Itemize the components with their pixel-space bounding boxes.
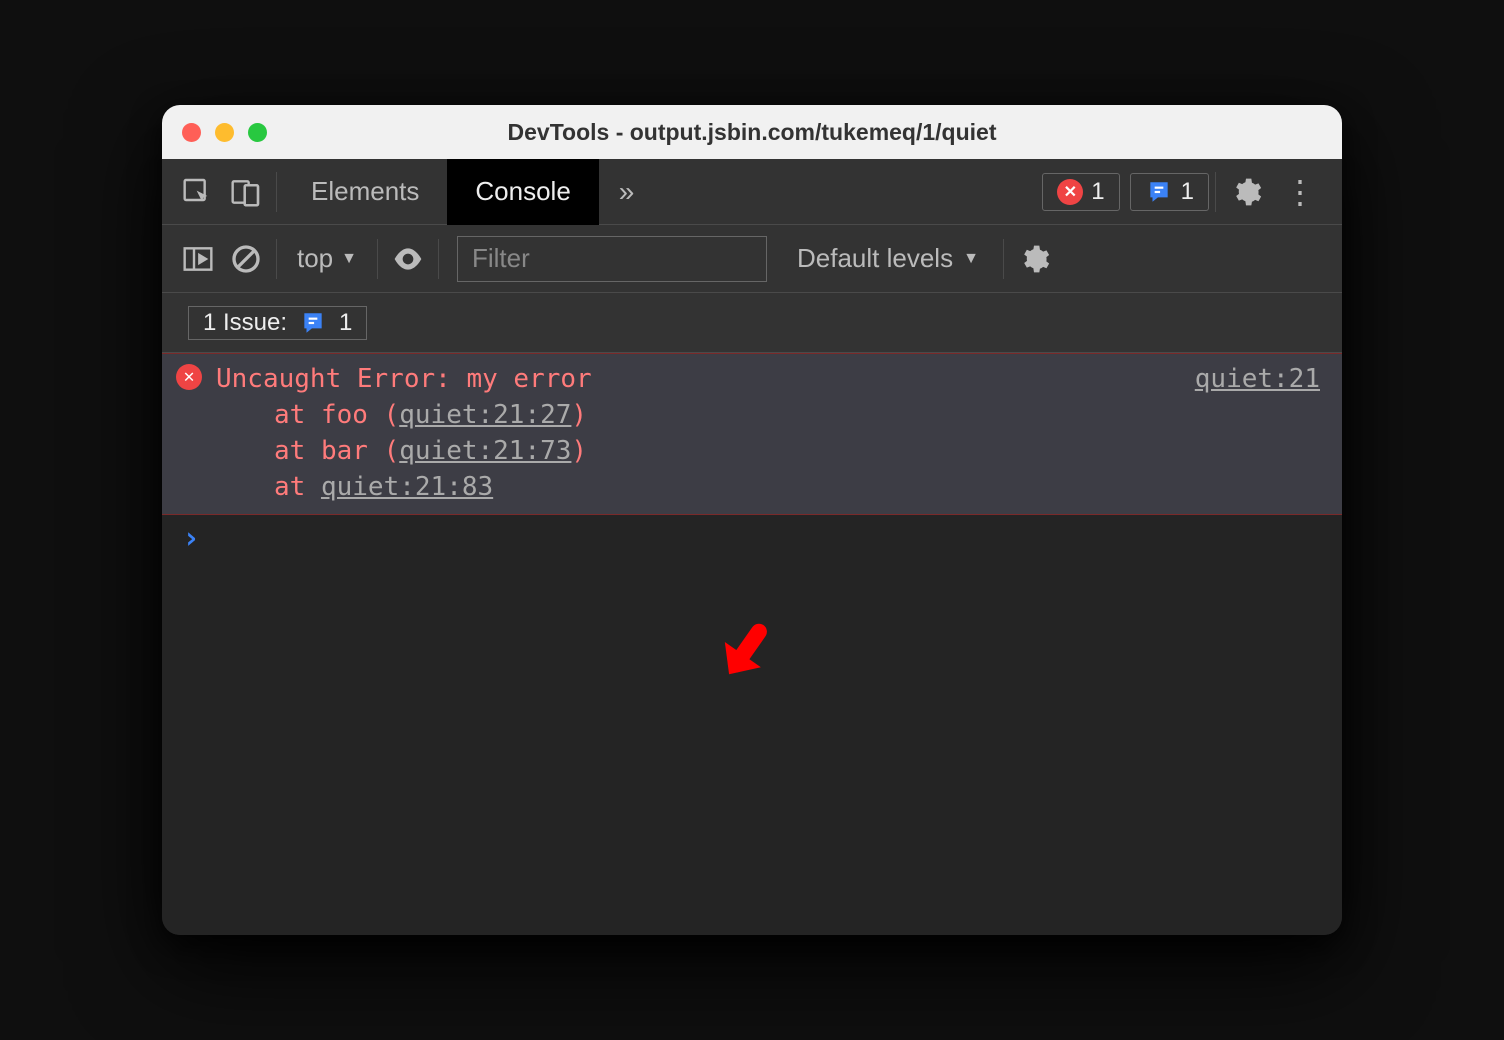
stack-link[interactable]: quiet:21:73 [399,436,571,466]
log-levels-selector[interactable]: Default levels ▼ [779,243,997,274]
issue-icon [299,311,327,335]
devtools-window: DevTools - output.jsbin.com/tukemeq/1/qu… [162,105,1342,935]
console-toolbar: top ▼ Default levels ▼ [162,225,1342,293]
clear-console-icon[interactable] [222,235,270,283]
traffic-lights [182,123,267,142]
filter-input[interactable] [457,236,767,282]
issue-count: 1 [1181,178,1194,206]
titlebar: DevTools - output.jsbin.com/tukemeq/1/qu… [162,105,1342,159]
error-count: 1 [1091,178,1104,206]
context-selector[interactable]: top ▼ [283,243,371,274]
issues-count: 1 [339,309,352,337]
error-icon [176,364,202,390]
overflow-menu-icon[interactable]: ⋮ [1270,173,1330,211]
error-title: Uncaught Error: my error [216,362,1322,398]
stack-link[interactable]: quiet:21:27 [399,400,571,430]
live-expression-icon[interactable] [384,235,432,283]
annotation-arrow-icon [704,613,784,693]
close-window-button[interactable] [182,123,201,142]
stack-frame: at quiet:21:83 [216,470,1322,506]
stack-frame: at foo (quiet:21:27) [216,398,1322,434]
context-value: top [297,243,333,274]
inspect-element-icon[interactable] [174,168,222,216]
stack-link[interactable]: quiet:21:83 [321,472,493,502]
issue-icon [1145,180,1173,204]
chevron-down-icon: ▼ [963,250,979,268]
tab-elements[interactable]: Elements [283,159,447,225]
divider [276,239,277,279]
prompt-chevron-icon: › [182,521,200,556]
issues-count-badge[interactable]: 1 [1130,173,1209,211]
error-message-row[interactable]: quiet:21 Uncaught Error: my error at foo… [162,353,1342,515]
chevron-down-icon: ▼ [341,250,357,268]
issues-bar: 1 Issue: 1 [162,293,1342,353]
issues-pill[interactable]: 1 Issue: 1 [188,306,367,340]
settings-gear-icon[interactable] [1222,168,1270,216]
more-tabs-icon[interactable]: » [599,176,655,208]
stack-frame: at bar (quiet:21:73) [216,434,1322,470]
device-toolbar-icon[interactable] [222,168,270,216]
source-link[interactable]: quiet:21 [1195,362,1320,398]
divider [377,239,378,279]
levels-label: Default levels [797,243,953,274]
console-prompt[interactable]: › [162,515,1342,562]
tab-console[interactable]: Console [447,159,598,225]
toggle-sidebar-icon[interactable] [174,235,222,283]
error-count-badge[interactable]: 1 [1042,173,1119,211]
divider [276,172,277,212]
divider [438,239,439,279]
window-title: DevTools - output.jsbin.com/tukemeq/1/qu… [508,119,997,146]
console-body: quiet:21 Uncaught Error: my error at foo… [162,353,1342,935]
divider [1215,172,1216,212]
error-icon [1057,179,1083,205]
maximize-window-button[interactable] [248,123,267,142]
console-settings-gear-icon[interactable] [1010,235,1058,283]
minimize-window-button[interactable] [215,123,234,142]
divider [1003,239,1004,279]
issues-prefix: 1 Issue: [203,309,287,337]
main-tabbar: Elements Console » 1 1 ⋮ [162,159,1342,225]
